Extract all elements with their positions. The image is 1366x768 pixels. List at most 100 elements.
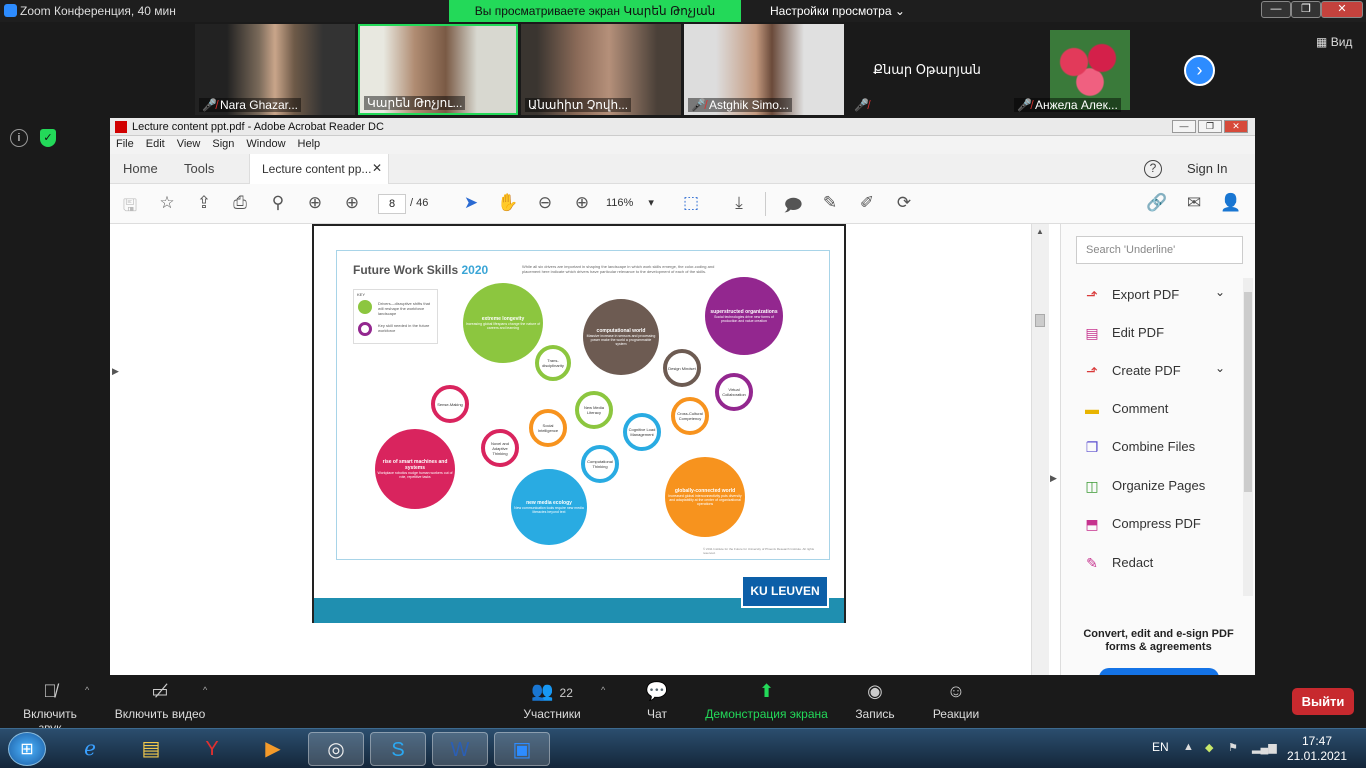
draw-icon[interactable]: ✐: [856, 193, 878, 213]
right-panel-toggle-icon[interactable]: ▶: [1050, 473, 1057, 484]
sign-in-button[interactable]: Sign In: [1187, 161, 1227, 176]
video-options-caret-icon[interactable]: ^: [203, 685, 207, 695]
internet-explorer-icon[interactable]: ℯ: [62, 732, 118, 766]
link-icon[interactable]: 🔗: [1146, 193, 1168, 213]
scrollbar-thumb[interactable]: [1035, 314, 1045, 327]
participants-caret-icon[interactable]: ^: [601, 685, 605, 695]
participant-tile[interactable]: 🎤̸ Nara Ghazar...: [195, 24, 355, 115]
add-user-icon[interactable]: 👤: [1220, 193, 1242, 213]
acrobat-minimize-button[interactable]: —: [1172, 120, 1196, 133]
word-icon[interactable]: W: [432, 732, 488, 766]
skype-icon[interactable]: S: [370, 732, 426, 766]
file-explorer-icon[interactable]: ▤: [123, 732, 179, 766]
print-icon[interactable]: ⎙: [229, 193, 251, 213]
flag-icon[interactable]: ⚑: [1228, 741, 1238, 754]
tab-home[interactable]: Home: [123, 161, 158, 176]
menu-edit[interactable]: Edit: [140, 136, 171, 152]
panel-scrollbar[interactable]: [1243, 278, 1253, 596]
system-clock[interactable]: 17:47 21.01.2021: [1282, 734, 1352, 764]
menu-view[interactable]: View: [171, 136, 207, 152]
save-icon[interactable]: 🖫: [119, 193, 141, 222]
leave-meeting-button[interactable]: Выйти: [1292, 688, 1354, 715]
minimize-button[interactable]: —: [1261, 1, 1291, 18]
zoom-level-select[interactable]: 116% ▾: [606, 194, 666, 214]
next-page-arrow-icon[interactable]: ›: [1184, 55, 1215, 86]
zoom-taskbar-icon[interactable]: ▣: [494, 732, 550, 766]
tool-combine-files[interactable]: ❐ Combine Files: [1083, 436, 1233, 460]
share-screen-button[interactable]: ⬆ Демонстрация экрана: [705, 681, 828, 721]
panel-scrollbar-thumb[interactable]: [1244, 292, 1252, 492]
comment-icon[interactable]: 🗩: [782, 193, 804, 222]
close-tab-icon[interactable]: ✕: [372, 161, 382, 175]
network-icon[interactable]: ▂▄▆: [1252, 741, 1277, 754]
tray-expand-icon[interactable]: ▲: [1183, 741, 1194, 753]
view-settings-menu[interactable]: Настройки просмотра ⌄: [770, 4, 905, 18]
acrobat-maximize-button[interactable]: ❐: [1198, 120, 1222, 133]
skill-social-intelligence: Social Intelligence: [529, 409, 567, 447]
audio-options-caret-icon[interactable]: ^: [85, 685, 89, 695]
scroll-mode-icon[interactable]: ⤓: [728, 193, 750, 213]
reactions-button[interactable]: ☺ Реакции: [932, 681, 980, 721]
maximize-button[interactable]: ❐: [1291, 1, 1321, 18]
menu-help[interactable]: Help: [292, 136, 327, 152]
bookmark-star-icon[interactable]: ☆: [156, 193, 178, 213]
next-page-icon[interactable]: ⊕: [341, 193, 363, 213]
previous-page-icon[interactable]: ⊕: [304, 193, 326, 213]
participants-button[interactable]: 👥 22 Участники: [522, 681, 582, 721]
page-number-input[interactable]: 8: [378, 194, 406, 214]
menu-window[interactable]: Window: [240, 136, 291, 152]
zoom-in-icon[interactable]: ⊕: [571, 193, 593, 213]
record-button[interactable]: ◉ Запись: [853, 681, 897, 721]
info-icon[interactable]: i: [10, 129, 28, 147]
yandex-browser-icon[interactable]: Y: [184, 732, 240, 766]
left-panel-toggle-icon[interactable]: ▶: [112, 366, 119, 377]
menu-file[interactable]: File: [110, 136, 140, 152]
view-button[interactable]: ▦ Вид: [1316, 35, 1352, 49]
input-language[interactable]: EN: [1152, 740, 1169, 754]
search-tools-input[interactable]: Search 'Underline': [1076, 236, 1243, 264]
fit-page-icon[interactable]: ⬚: [680, 193, 702, 213]
chat-button[interactable]: 💬 Чат: [640, 681, 674, 721]
participant-tile[interactable]: Անահիտ Չովհ...: [521, 24, 681, 115]
tool-redact[interactable]: ✎ Redact: [1083, 552, 1233, 576]
acrobat-close-button[interactable]: ✕: [1224, 120, 1248, 133]
chevron-down-icon[interactable]: ⌄: [1215, 285, 1225, 299]
zoom-search-icon[interactable]: ⚲: [267, 193, 289, 213]
participant-name: 🎤̸ Nara Ghazar...: [199, 98, 301, 112]
rotate-icon[interactable]: ⟳: [893, 193, 915, 213]
tool-organize-pages[interactable]: ◫ Organize Pages: [1083, 475, 1233, 499]
upload-cloud-icon[interactable]: ⇪: [193, 193, 215, 213]
chrome-icon[interactable]: ◎: [308, 732, 364, 766]
shield-icon[interactable]: ✓: [40, 129, 56, 147]
chevron-down-icon[interactable]: ⌄: [1215, 361, 1225, 375]
tab-document[interactable]: Lecture content pp... ✕: [249, 154, 389, 185]
select-cursor-icon[interactable]: ➤: [460, 193, 482, 213]
tray-app-icon[interactable]: ◆: [1205, 741, 1213, 754]
tool-compress-pdf[interactable]: ⬒ Compress PDF: [1083, 513, 1233, 537]
tool-edit-pdf[interactable]: ▤ Edit PDF: [1083, 322, 1233, 346]
close-button[interactable]: ✕: [1321, 1, 1363, 18]
start-video-button[interactable]: ▭̸ Включить видео: [114, 681, 206, 721]
tool-create-pdf[interactable]: ⬏ Create PDF ⌄: [1083, 360, 1233, 384]
participant-name: 🎤̸: [851, 98, 875, 112]
menu-sign[interactable]: Sign: [206, 136, 240, 152]
tab-tools[interactable]: Tools: [184, 161, 214, 176]
email-icon[interactable]: ✉: [1183, 193, 1205, 213]
zoom-out-icon[interactable]: ⊖: [534, 193, 556, 213]
comment-icon: ▬: [1085, 401, 1099, 417]
unmute-audio-button[interactable]: 🎙̸Включить звук: [10, 681, 90, 735]
tool-comment[interactable]: ▬ Comment: [1083, 398, 1233, 422]
scroll-up-icon[interactable]: ▲: [1036, 227, 1044, 236]
highlight-pen-icon[interactable]: ✎: [819, 193, 841, 213]
hand-tool-icon[interactable]: ✋: [497, 193, 519, 213]
media-player-icon[interactable]: ▶: [245, 732, 301, 766]
participant-tile[interactable]: Քնար Օթարյան 🎤̸: [847, 24, 1007, 115]
tool-export-pdf[interactable]: ⬏ Export PDF ⌄: [1083, 284, 1233, 308]
key-label: KEY: [357, 292, 366, 297]
start-button-windows-icon[interactable]: ⊞: [8, 732, 46, 766]
participant-tile[interactable]: 🎤̸ Анжела Алек...: [1010, 24, 1170, 115]
participant-tile[interactable]: 🎤̸ Astghik Simo...: [684, 24, 844, 115]
participant-tile-active[interactable]: Կարեն Թոչյու...: [358, 24, 518, 115]
help-icon[interactable]: ?: [1144, 160, 1162, 178]
document-scrollbar[interactable]: ▲: [1031, 224, 1049, 675]
